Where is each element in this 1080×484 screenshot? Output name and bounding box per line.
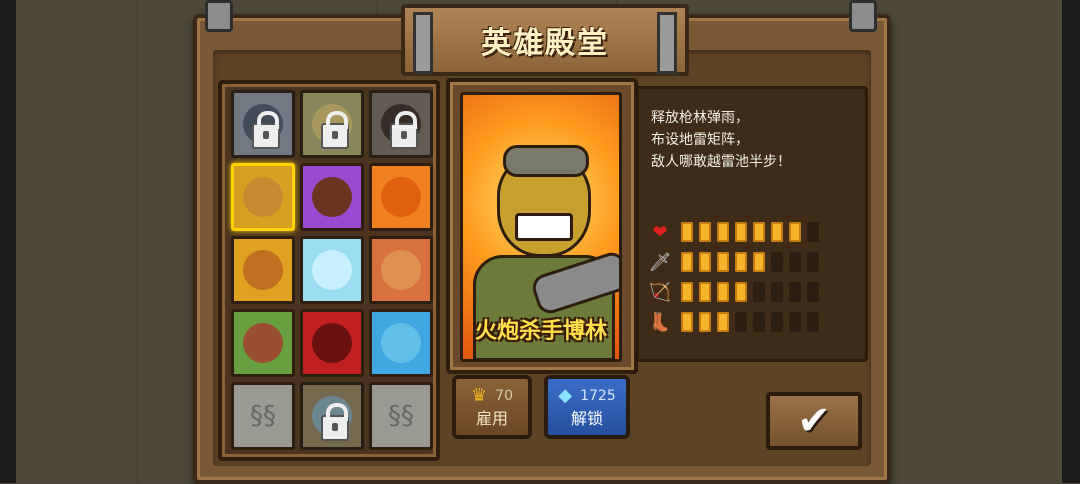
empty-slot-2[interactable]: §§ — [369, 382, 433, 450]
hero-slot-6[interactable] — [369, 163, 433, 231]
hero-grid-frame: §§ §§ — [218, 80, 440, 461]
stat-pip — [753, 222, 765, 242]
hero-face-icon — [381, 250, 421, 290]
unlock-cost: 1725 — [580, 387, 616, 404]
stat-pip — [735, 282, 747, 302]
hero-slot-8[interactable] — [300, 236, 364, 304]
checkmark-icon: ✔ — [797, 398, 831, 444]
hero-grid: §§ §§ — [231, 90, 433, 450]
lock-icon — [321, 403, 349, 441]
hero-name: 火炮杀手博林 — [474, 319, 607, 344]
lock-icon — [321, 111, 349, 149]
unlock-button[interactable]: ◆ 1725 解锁 — [544, 375, 630, 439]
stat-pip — [681, 282, 693, 302]
stat-pip — [789, 312, 801, 332]
stat-pip — [681, 252, 693, 272]
hero-portrait: 火炮杀手博林 — [460, 92, 622, 362]
stat-pip — [717, 252, 729, 272]
stat-pip — [771, 222, 783, 242]
hire-cost: 70 — [495, 387, 513, 404]
description-line: 释放枪林弹雨， — [651, 110, 749, 126]
stat-pip — [753, 282, 765, 302]
hero-face-icon — [312, 177, 352, 217]
hero-face-icon — [312, 250, 352, 290]
stat-pip — [681, 312, 693, 332]
stat-pip — [717, 282, 729, 302]
confirm-button[interactable]: ✔ — [766, 392, 862, 450]
lock-icon — [390, 111, 418, 149]
boot-icon: 👢 — [648, 311, 672, 333]
hero-slot-11[interactable] — [300, 309, 364, 377]
hero-description-panel: 释放枪林弹雨， 布设地雷矩阵， 敌人哪敢越雷池半步！ ❤ 🗡 🏹 👢 — [636, 86, 868, 362]
stat-pip — [789, 252, 801, 272]
hire-label: 雇用 — [475, 409, 508, 428]
stat-pip — [807, 252, 819, 272]
stat-row: 👢 — [647, 310, 825, 334]
hero-card: 火炮杀手博林 — [446, 78, 638, 374]
hero-slot-12[interactable] — [369, 309, 433, 377]
stat-row: 🗡 — [647, 250, 825, 274]
stat-pip — [753, 252, 765, 272]
unlock-label: 解锁 — [570, 409, 603, 428]
hanger-right-icon — [849, 0, 877, 32]
hero-slot-10[interactable] — [231, 309, 295, 377]
hero-face-icon — [381, 323, 421, 363]
stat-pip — [699, 312, 711, 332]
hero-slot-13[interactable] — [300, 382, 364, 450]
hero-slot-3[interactable] — [369, 90, 433, 158]
description-line: 布设地雷矩阵， — [651, 132, 749, 148]
empty-hook-icon: §§ — [250, 401, 276, 431]
right-bezel — [1062, 0, 1080, 483]
hero-face-icon — [381, 177, 421, 217]
hanger-left-icon — [205, 0, 233, 32]
stat-row: ❤ — [647, 220, 825, 244]
clamp-left-icon — [413, 12, 433, 74]
hero-slot-9[interactable] — [369, 236, 433, 304]
stat-pip — [699, 252, 711, 272]
hero-face-icon — [312, 323, 352, 363]
stat-pip — [807, 282, 819, 302]
goggles-icon — [503, 145, 589, 177]
title-banner: 英雄殿堂 — [401, 4, 689, 76]
empty-hook-icon: §§ — [388, 401, 414, 431]
empty-slot-1[interactable]: §§ — [231, 382, 295, 450]
stat-pip — [807, 222, 819, 242]
crown-icon: ♛ — [471, 385, 488, 406]
left-bezel — [0, 0, 16, 483]
lock-icon — [252, 111, 280, 149]
stat-pip — [771, 312, 783, 332]
hero-slot-7[interactable] — [231, 236, 295, 304]
stat-pip — [807, 312, 819, 332]
stat-pip — [699, 282, 711, 302]
stat-pip — [753, 312, 765, 332]
stat-row: 🏹 — [647, 280, 825, 304]
stat-pip — [681, 222, 693, 242]
hero-face-icon — [243, 250, 283, 290]
bow-icon: 🏹 — [648, 281, 672, 303]
gem-icon: ◆ — [558, 385, 573, 406]
hero-face-icon — [243, 177, 283, 217]
stat-pip — [717, 312, 729, 332]
stat-pip — [789, 222, 801, 242]
stat-pip — [771, 252, 783, 272]
hero-face-icon — [243, 323, 283, 363]
sword-icon: 🗡 — [648, 251, 672, 273]
hire-button[interactable]: ♛ 70 雇用 — [452, 375, 532, 439]
page-title: 英雄殿堂 — [481, 26, 609, 61]
hero-mouth — [515, 213, 573, 241]
stat-pip — [699, 222, 711, 242]
description-line: 敌人哪敢越雷池半步！ — [651, 154, 791, 170]
hero-slot-1[interactable] — [231, 90, 295, 158]
heart-icon: ❤ — [652, 221, 668, 243]
hero-slot-2[interactable] — [300, 90, 364, 158]
stat-pip — [735, 252, 747, 272]
stat-pip — [735, 312, 747, 332]
clamp-right-icon — [657, 12, 677, 74]
stat-pip — [717, 222, 729, 242]
stat-pip — [771, 282, 783, 302]
stat-pip — [789, 282, 801, 302]
hero-slot-4[interactable] — [231, 163, 295, 231]
hero-slot-5[interactable] — [300, 163, 364, 231]
stat-pip — [735, 222, 747, 242]
